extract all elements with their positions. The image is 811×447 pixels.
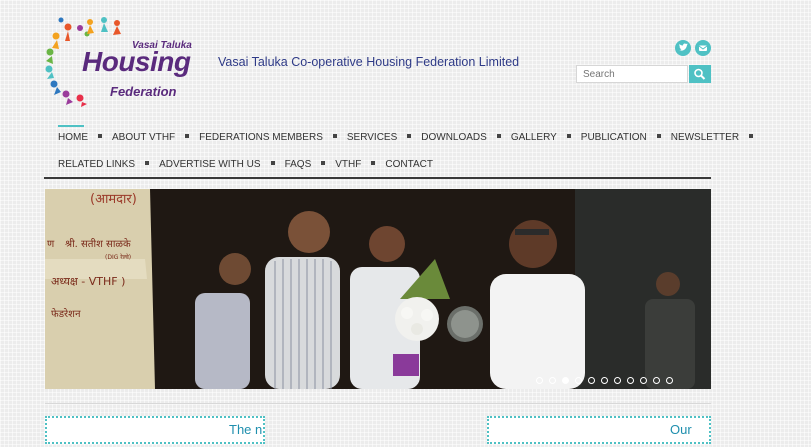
nav-row-1: HOME ABOUT VTHF FEDERATIONS MEMBERS SERVICE… <box>58 132 763 146</box>
nav-item-advertise[interactable]: ADVERTISE WITH US <box>159 159 261 170</box>
nav-separator <box>656 134 661 139</box>
nav-separator <box>332 134 337 139</box>
slider-dot[interactable] <box>614 377 621 384</box>
site-title: Vasai Taluka Co-operative Housing Federa… <box>218 55 520 69</box>
twitter-icon[interactable] <box>675 40 691 56</box>
nav-item-vthf[interactable]: VTHF <box>335 159 361 170</box>
nav-item-publication[interactable]: PUBLICATION <box>581 132 647 143</box>
search-button[interactable] <box>689 65 711 83</box>
nav-item-services[interactable]: SERVICES <box>347 132 397 143</box>
logo-people-top-icon <box>87 17 121 35</box>
nav-item-related-links[interactable]: RELATED LINKS <box>58 159 135 170</box>
content-divider <box>45 403 711 404</box>
nav-separator <box>566 134 571 139</box>
slider-dot[interactable] <box>627 377 634 384</box>
slider-dot[interactable] <box>640 377 647 384</box>
email-icon[interactable] <box>695 40 711 56</box>
slider-dot[interactable] <box>536 377 543 384</box>
active-nav-indicator <box>58 125 84 127</box>
nav-item-downloads[interactable]: DOWNLOADS <box>421 132 487 143</box>
search-icon <box>694 68 706 80</box>
nav-item-faqs[interactable]: FAQS <box>285 159 312 170</box>
slider-dot[interactable] <box>549 377 556 384</box>
our-section-title: Our <box>670 422 692 437</box>
banner-text-2: श्री. सतीश साळके <box>65 238 131 250</box>
nav-item-about[interactable]: ABOUT VTHF <box>112 132 175 143</box>
hero-slider[interactable]: (आमदार) ण श्री. सतीश साळके (DIG रेल्वे) … <box>45 189 711 389</box>
slider-dot[interactable] <box>601 377 608 384</box>
nav-separator <box>407 134 412 139</box>
nav-separator <box>185 134 190 139</box>
banner-text-3: (DIG रेल्वे) <box>105 253 131 261</box>
nav-item-home[interactable]: HOME <box>58 132 88 143</box>
banner-text-6: ण <box>47 239 55 250</box>
slider-dot[interactable] <box>666 377 673 384</box>
slider-pagination <box>536 371 679 389</box>
nav-separator <box>371 161 376 166</box>
nav-separator <box>145 161 150 166</box>
banner-text-1: (आमदार) <box>90 192 137 207</box>
search-input[interactable] <box>576 65 688 83</box>
slider-dot[interactable] <box>562 377 569 384</box>
slider-photo: (आमदार) ण श्री. सतीश साळके (DIG रेल्वे) … <box>45 189 711 389</box>
nav-row-2: RELATED LINKS ADVERTISE WITH US FAQS VTHF CO… <box>58 159 433 173</box>
site-logo[interactable]: Vasai Taluka Housing Federation <box>44 14 204 108</box>
our-section-box: Our <box>487 416 711 444</box>
news-section-box: The n <box>45 416 265 444</box>
slider-dot[interactable] <box>653 377 660 384</box>
nav-divider <box>44 177 711 179</box>
nav-item-contact[interactable]: CONTACT <box>385 159 433 170</box>
slider-dot[interactable] <box>575 377 582 384</box>
nav-item-federations-members[interactable]: FEDERATIONS MEMBERS <box>199 132 323 143</box>
nav-separator <box>98 134 102 139</box>
banner-text-4: अध्यक्ष - VTHF ) <box>51 275 125 288</box>
nav-separator <box>496 134 501 139</box>
banner-text-5: फेडरेशन <box>51 308 81 320</box>
news-section-title: The n <box>229 422 263 437</box>
nav-item-newsletter[interactable]: NEWSLETTER <box>671 132 739 143</box>
nav-separator <box>321 161 326 166</box>
logo-housing: Housing <box>82 46 191 77</box>
nav-separator <box>749 134 754 139</box>
slider-dot[interactable] <box>588 377 595 384</box>
nav-separator <box>270 161 275 166</box>
logo-federation: Federation <box>110 84 177 99</box>
nav-item-gallery[interactable]: GALLERY <box>511 132 557 143</box>
